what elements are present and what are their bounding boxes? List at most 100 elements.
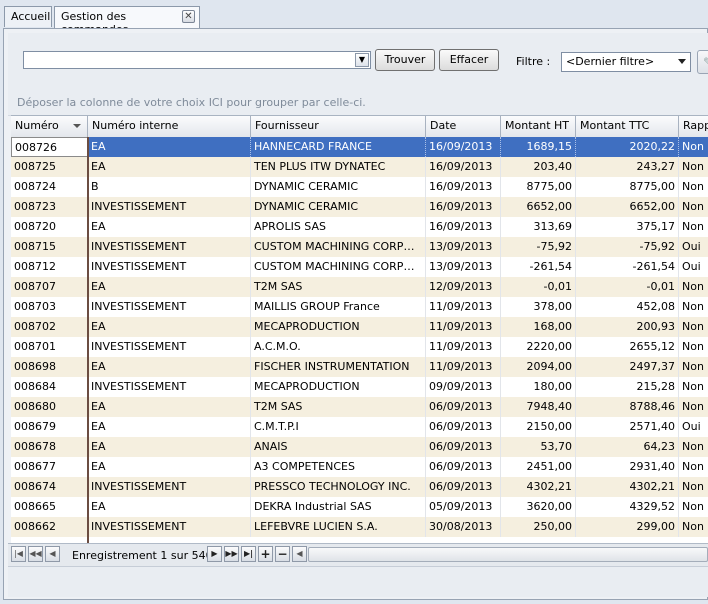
column-header-date[interactable]: Date [426, 116, 501, 137]
table-cell[interactable]: A3 COMPETENCES [251, 457, 426, 477]
table-cell[interactable]: INVESTISSEMENT [88, 517, 251, 537]
table-cell[interactable]: 008703 [11, 297, 88, 317]
table-cell[interactable]: 6652,00 [501, 197, 576, 217]
table-cell[interactable]: Non [679, 317, 708, 337]
table-row[interactable]: 008707 EA T2M SAS 12/09/2013 -0,01 -0,01 Non [11, 277, 708, 297]
table-row[interactable]: 008698 EA FISCHER INSTRUMENTATION 11/09/201… [11, 357, 708, 377]
table-cell[interactable]: 008684 [11, 377, 88, 397]
table-cell[interactable]: 2655,12 [576, 337, 679, 357]
table-cell[interactable]: 008715 [11, 237, 88, 257]
chevron-down-icon[interactable]: ▼ [355, 53, 369, 67]
table-cell[interactable]: EA [88, 357, 251, 377]
table-cell[interactable]: EA [88, 317, 251, 337]
table-cell[interactable]: 11/09/2013 [426, 337, 501, 357]
table-cell[interactable]: C.M.T.P.I [251, 417, 426, 437]
scroll-left-icon[interactable]: ◀ [292, 546, 307, 562]
table-row[interactable]: 008678 EA ANAIS 06/09/2013 53,70 64,23 Non [11, 437, 708, 457]
table-cell[interactable]: 008677 [11, 457, 88, 477]
table-cell[interactable]: INVESTISSEMENT [88, 337, 251, 357]
filter-select[interactable]: <Dernier filtre> [561, 52, 691, 72]
table-cell[interactable]: 09/09/2013 [426, 377, 501, 397]
table-cell[interactable]: 05/09/2013 [426, 497, 501, 517]
table-cell[interactable]: INVESTISSEMENT [88, 477, 251, 497]
table-cell[interactable]: CUSTOM MACHINING CORPORA... [251, 257, 426, 277]
table-cell[interactable]: 8775,00 [576, 177, 679, 197]
table-cell[interactable]: 13/09/2013 [426, 237, 501, 257]
table-row[interactable]: 008724 B DYNAMIC CERAMIC 16/09/2013 8775,00 8… [11, 177, 708, 197]
table-cell[interactable]: Non [679, 337, 708, 357]
table-row[interactable]: 008680 EA T2M SAS 06/09/2013 7948,40 8788,46 N… [11, 397, 708, 417]
last-record-icon[interactable]: ▶| [241, 546, 256, 562]
table-cell[interactable]: Non [679, 157, 708, 177]
table-row[interactable]: 008703 INVESTISSEMENT MAILLIS GROUP France… [11, 297, 708, 317]
table-cell[interactable]: 203,40 [501, 157, 576, 177]
table-cell[interactable]: 008726 [11, 137, 88, 157]
table-cell[interactable]: 008720 [11, 217, 88, 237]
table-cell[interactable]: Oui [679, 417, 708, 437]
table-cell[interactable]: T2M SAS [251, 397, 426, 417]
table-cell[interactable]: 168,00 [501, 317, 576, 337]
table-row[interactable]: 008684 INVESTISSEMENT MECAPRODUCTION 09/09/… [11, 377, 708, 397]
table-row[interactable]: 008723 INVESTISSEMENT DYNAMIC CERAMIC 16/09… [11, 197, 708, 217]
table-row[interactable]: 008662 INVESTISSEMENT LEFEBVRE LUCIEN S.A.… [11, 517, 708, 537]
table-cell[interactable]: -75,92 [501, 237, 576, 257]
table-cell[interactable]: 16/09/2013 [426, 197, 501, 217]
table-cell[interactable]: ANAIS [251, 437, 426, 457]
table-cell[interactable]: INVESTISSEMENT [88, 297, 251, 317]
find-button[interactable]: Trouver [375, 49, 435, 71]
table-cell[interactable]: 11/09/2013 [426, 357, 501, 377]
table-cell[interactable]: 64,23 [576, 437, 679, 457]
table-cell[interactable]: EA [88, 397, 251, 417]
column-header-fournisseur[interactable]: Fournisseur [251, 116, 426, 137]
table-cell[interactable]: 008662 [11, 517, 88, 537]
table-cell[interactable]: 008698 [11, 357, 88, 377]
table-cell[interactable]: EA [88, 457, 251, 477]
table-cell[interactable]: APROLIS SAS [251, 217, 426, 237]
table-cell[interactable]: 06/09/2013 [426, 437, 501, 457]
table-cell[interactable]: EA [88, 437, 251, 457]
table-cell[interactable]: 2497,37 [576, 357, 679, 377]
table-cell[interactable]: 2451,00 [501, 457, 576, 477]
table-cell[interactable]: 1689,15 [501, 137, 576, 157]
table-cell[interactable]: 008707 [11, 277, 88, 297]
table-cell[interactable]: Non [679, 217, 708, 237]
table-cell[interactable]: MECAPRODUCTION [251, 317, 426, 337]
table-cell[interactable]: 2571,40 [576, 417, 679, 437]
table-row[interactable]: 008679 EA C.M.T.P.I 06/09/2013 2150,00 2571,4… [11, 417, 708, 437]
next-record-icon[interactable]: ▶ [207, 546, 222, 562]
table-cell[interactable]: Non [679, 297, 708, 317]
table-cell[interactable]: TEN PLUS ITW DYNATEC [251, 157, 426, 177]
table-cell[interactable]: 008665 [11, 497, 88, 517]
table-cell[interactable]: 200,93 [576, 317, 679, 337]
table-row[interactable]: 008702 EA MECAPRODUCTION 11/09/2013 168,00 20… [11, 317, 708, 337]
table-cell[interactable]: Non [679, 497, 708, 517]
horizontal-scrollbar[interactable] [308, 547, 708, 562]
search-combo[interactable]: ▼ [23, 51, 371, 69]
table-cell[interactable]: 008712 [11, 257, 88, 277]
table-cell[interactable]: EA [88, 277, 251, 297]
close-icon[interactable]: ✕ [182, 10, 195, 23]
table-cell[interactable]: DEKRA Industrial SAS [251, 497, 426, 517]
table-cell[interactable]: 4302,21 [501, 477, 576, 497]
table-cell[interactable]: Non [679, 137, 708, 157]
table-cell[interactable]: 008678 [11, 437, 88, 457]
table-cell[interactable]: 008702 [11, 317, 88, 337]
table-cell[interactable]: 2094,00 [501, 357, 576, 377]
table-cell[interactable]: EA [88, 137, 251, 157]
table-cell[interactable]: 16/09/2013 [426, 137, 501, 157]
table-cell[interactable]: Non [679, 517, 708, 537]
add-record-icon[interactable]: + [258, 546, 273, 562]
table-cell[interactable]: Non [679, 277, 708, 297]
table-cell[interactable]: 06/09/2013 [426, 417, 501, 437]
table-cell[interactable]: A.C.M.O. [251, 337, 426, 357]
table-cell[interactable]: INVESTISSEMENT [88, 377, 251, 397]
table-cell[interactable]: 180,00 [501, 377, 576, 397]
table-cell[interactable]: 6652,00 [576, 197, 679, 217]
table-cell[interactable]: EA [88, 497, 251, 517]
table-cell[interactable]: -261,54 [576, 257, 679, 277]
table-cell[interactable]: DYNAMIC CERAMIC [251, 197, 426, 217]
table-cell[interactable]: EA [88, 417, 251, 437]
column-header-rappr[interactable]: Rappr [679, 116, 708, 137]
table-cell[interactable]: 06/09/2013 [426, 457, 501, 477]
column-header-montant-ttc[interactable]: Montant TTC [576, 116, 679, 137]
